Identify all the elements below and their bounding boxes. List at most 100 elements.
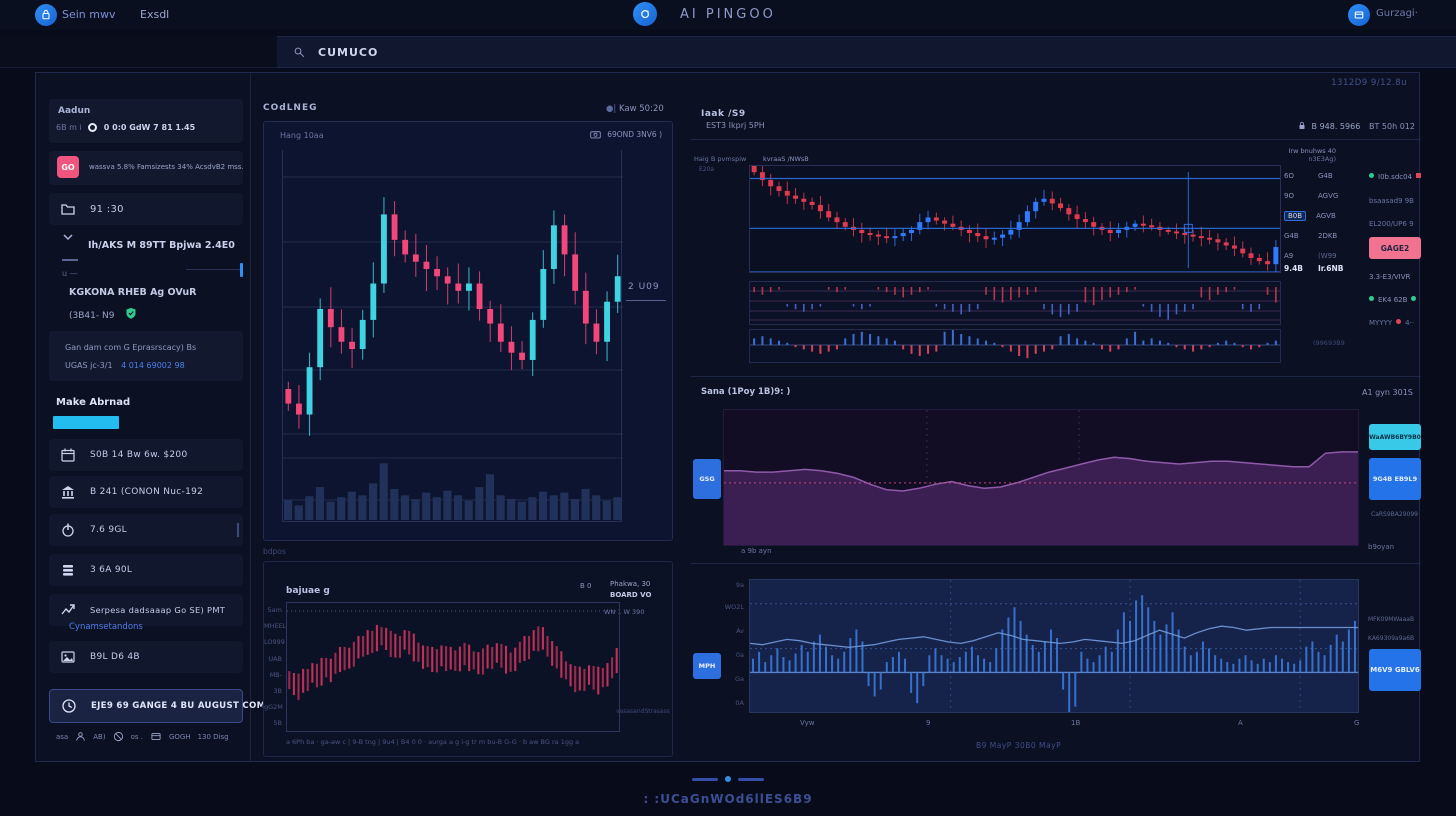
oscillator-bars-panel[interactable] [749, 329, 1281, 363]
red-dot-icon [1396, 319, 1401, 324]
panelB-left-chip[interactable]: GSG [693, 459, 721, 499]
search-icon [293, 46, 306, 59]
stat-row-1: I0b.sdc04 [1369, 173, 1456, 181]
sell-button[interactable]: GAGE2 [1369, 237, 1421, 259]
panelB-right-label: A1 gyn 301S [1362, 388, 1413, 397]
panelA-sub-left: EST3 Ikprj 5PH [706, 121, 765, 130]
panel2-corner: B 0 [580, 582, 591, 590]
y-axis-label: gG2M [264, 703, 282, 711]
stat-row-7: MYYYY4·· [1369, 319, 1456, 327]
person-icon[interactable] [75, 731, 86, 742]
search-query: CUMUCO [318, 46, 378, 59]
divider [691, 563, 1421, 564]
x-axis-label: 1B [1071, 719, 1080, 727]
user-label[interactable]: Gurzagi· [1376, 8, 1418, 19]
sidebar-go-card[interactable]: GO wassva 5.8% Famsizests 34% AcsdvB2 ms… [49, 151, 243, 185]
pager-bar[interactable] [692, 778, 718, 781]
main-candlestick-chart[interactable] [282, 150, 622, 522]
x-axis-label: A [1238, 719, 1243, 727]
dropdown-dash [62, 259, 78, 261]
progress-bar[interactable] [53, 416, 119, 429]
x-axis-ticks: a 6Ph ba · ga-aw c | 9-B tng | 9u4 | B4 … [286, 738, 661, 746]
slider-handle[interactable] [240, 263, 243, 277]
panelA-axis-label-3: kvraaS /NWsB [763, 155, 809, 163]
go-card-text: wassva 5.8% Famsizests 34% AcsdvB2 mss. [89, 163, 244, 171]
folder-icon [60, 201, 76, 217]
camera-icon [590, 130, 601, 139]
panel1-right-label[interactable]: ●| Kaw 50:20 [606, 104, 664, 114]
info-line-2: UGAS jc-3/1 4 014 69002 98 [65, 361, 185, 370]
divider [691, 376, 1421, 377]
panelA-title: Iaak /S9 [701, 101, 746, 120]
panelA-dim-bottom: (99693B9 [1313, 339, 1345, 347]
sidebar-heading: Make Abrnad [56, 397, 130, 408]
nav-item-1[interactable]: Sein mwv [62, 8, 116, 21]
macd-strokes-panel[interactable] [749, 281, 1281, 325]
sidebar-link[interactable]: Cynamsetandons [69, 622, 143, 632]
red-square-icon [1416, 173, 1421, 178]
x-axis-label: G [1354, 719, 1359, 727]
sidebar-item-2[interactable]: 7.6 9GL [49, 514, 243, 546]
y-axis-label: WO2L [722, 603, 744, 611]
panel2-dim-label: bdpos [263, 547, 286, 556]
footer-token-3[interactable]: os . [131, 733, 143, 741]
slider-track[interactable] [186, 269, 242, 270]
y-axis-label: 5am [264, 606, 282, 614]
brand-title: AI PINGOO [680, 7, 776, 22]
sidebar: Aadun 6B m i 0 0:0 GdW 7 81 1.45 GO wass… [36, 73, 251, 761]
dropdown-label[interactable]: Ih/AKS M 89TT Bpjwa 2.4E0 [88, 240, 235, 251]
sidebar-stats-card[interactable]: Aadun 6B m i 0 0:0 GdW 7 81 1.45 [49, 99, 243, 143]
sidebar-item-3[interactable]: 3 6A 90L [49, 554, 243, 586]
chevron-down-icon[interactable] [62, 233, 74, 243]
dense-candlestick-chart[interactable] [749, 165, 1281, 273]
info-line-1: Gan dam com G Eprasrscacy) Bs [65, 343, 196, 352]
sidebar-info-card[interactable]: Gan dam com G Eprasrscacy) Bs UGAS jc-3/… [49, 331, 243, 381]
sidebar-item-folder[interactable]: 91 :30 [49, 193, 243, 225]
user-account-icon[interactable] [1348, 4, 1370, 26]
sidebar-item-0[interactable]: S0B 14 Bw 6w. $200 [49, 439, 243, 471]
info-line-2-link[interactable]: 4 014 69002 98 [121, 361, 185, 370]
panelB-cyan-button[interactable]: WaAWB6BY9B0 [1369, 424, 1421, 450]
blocked-icon[interactable] [113, 731, 124, 742]
chart-inner-right[interactable]: 69OND 3NV6 ) [590, 130, 662, 139]
sidebar-footer-row: asa AB) os . GOGH 130 Disg [56, 731, 229, 742]
card-icon[interactable] [150, 731, 162, 742]
stat-row-2: bsaasad9 9B [1369, 197, 1456, 205]
footer-token-4[interactable]: GOGH [169, 733, 191, 741]
footer-token-5[interactable]: 130 Disg [198, 733, 229, 741]
sidebar-item-image[interactable]: B9L D6 4B [49, 641, 243, 673]
panelC-left-chip[interactable]: MPH [693, 653, 721, 679]
sidebar-item-label: Serpesa dadsaaap Go SE) PMT [90, 605, 225, 615]
panelC-blue-button[interactable]: M6V9 GBLV6 [1369, 649, 1421, 691]
oscillator-card: bajuae g B 0 Phakwa, 30 BOARD VO WN 1 W … [263, 561, 673, 757]
app-logo-icon[interactable] [35, 4, 57, 26]
clock-icon [61, 698, 77, 714]
stats-value: 0 0:0 GdW 7 81 1.45 [104, 123, 195, 132]
shield-check-icon [125, 307, 137, 320]
timestamp: 1312D9 9/12.8u [1331, 78, 1407, 88]
panelB-blue-button[interactable]: 9G4B EB9L9 [1369, 458, 1421, 500]
panelB-title: Sana (1Poy 1B)9: ) [701, 387, 790, 397]
go-badge: GO [57, 156, 79, 178]
dropdown-sub: u — [62, 269, 78, 278]
panel2-right-1: Phakwa, 30 [610, 580, 670, 588]
sidebar-item-1[interactable]: B 241 (CONON Nuc-192 [49, 476, 243, 508]
search-input[interactable]: CUMUCO [277, 36, 1456, 68]
purple-area-chart[interactable] [723, 409, 1359, 546]
sidebar-item-highlighted[interactable]: EJE9 69 GANGE 4 BU AUGUST COM [49, 689, 243, 723]
green-dot-icon [1369, 173, 1374, 178]
footer-token-1[interactable]: asa [56, 733, 68, 741]
stat-row-5: 3.3-E3/VIVR [1369, 273, 1456, 281]
red-oscillator-chart[interactable] [286, 602, 620, 732]
calendar-icon [60, 447, 76, 463]
footer-token-2[interactable]: AB) [93, 733, 105, 741]
y-axis-label: MHEEL [264, 622, 282, 630]
pager-dot-active[interactable] [725, 776, 731, 782]
price-label: 2 U09 [628, 282, 660, 292]
scrollbar-thumb[interactable] [237, 523, 239, 537]
nav-item-2[interactable]: Exsdl [140, 8, 169, 21]
pager-bar[interactable] [738, 778, 764, 781]
green-dot-icon [1369, 296, 1374, 301]
blue-histogram-chart[interactable] [749, 579, 1359, 713]
record-icon [88, 123, 97, 132]
